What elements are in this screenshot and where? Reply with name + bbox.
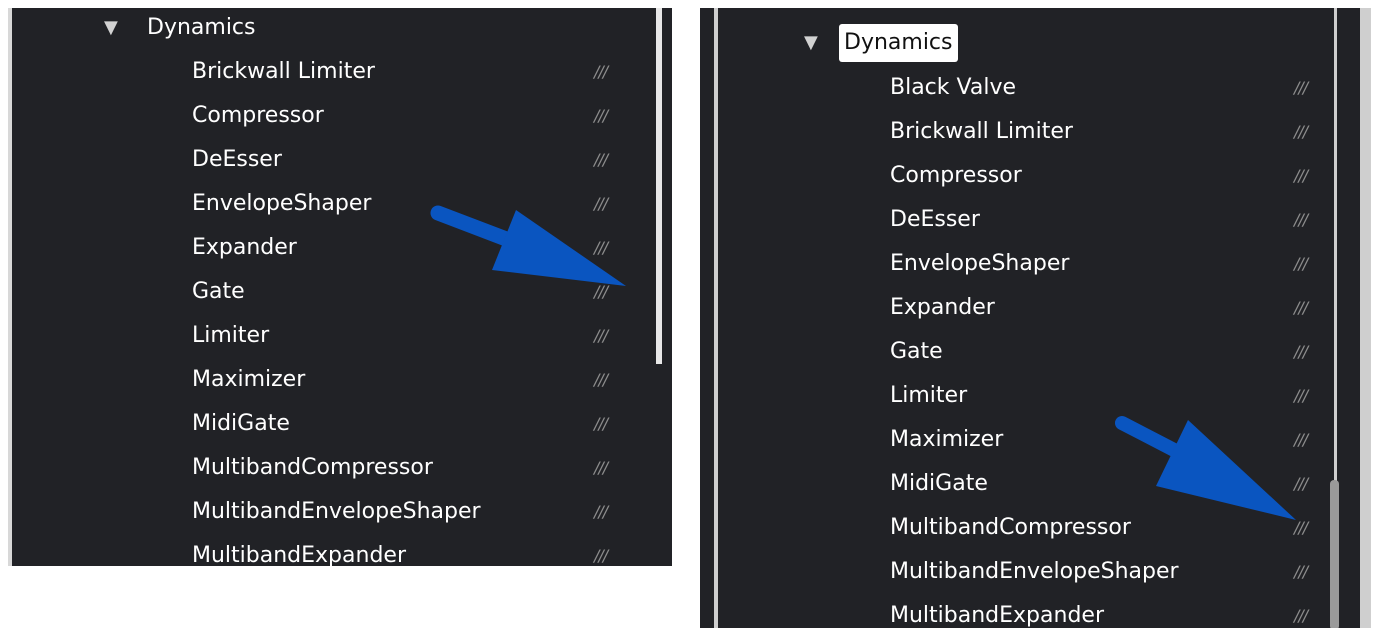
plugin-list-panel-left: ▼ Dynamics Brickwall Limiter /// Compres… — [8, 8, 672, 566]
blue-arrow-icon — [1115, 416, 1296, 520]
plugin-list-panel-right: ▼ Dynamics Black Valve /// Brickwall Lim… — [700, 8, 1371, 628]
blue-arrow-icon — [430, 205, 626, 286]
